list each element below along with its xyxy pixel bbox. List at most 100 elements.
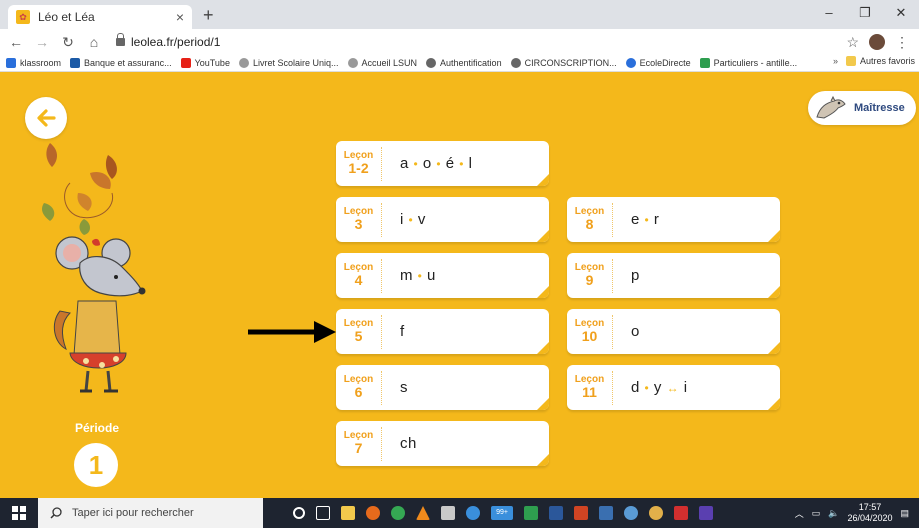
folder-icon [845, 56, 856, 66]
url-field[interactable]: leolea.fr/period/1 [116, 33, 221, 49]
lesson-card[interactable]: Leçon 4 m • u [336, 253, 549, 298]
mouse-character-illustration [42, 143, 146, 393]
bookmark-star-icon[interactable]: ☆ [846, 34, 859, 51]
bookmark-item[interactable]: EcoleDirecte [625, 58, 691, 68]
bookmark-icon [70, 58, 81, 68]
lesson-number: 8 [585, 216, 594, 233]
firefox-icon[interactable] [366, 506, 380, 520]
url-text: leolea.fr/period/1 [131, 35, 221, 49]
lesson-card[interactable]: Leçon 3 i • v [336, 197, 549, 242]
bookmark-item[interactable]: Particuliers - antille... [699, 58, 797, 68]
word-icon[interactable] [549, 506, 563, 520]
lesson-number: 7 [354, 440, 363, 457]
close-window-icon[interactable]: ✕ [883, 0, 919, 29]
clock-time: 17:57 [858, 502, 882, 513]
lesson-letters: ch [400, 435, 417, 452]
volume-icon[interactable]: 🔈 [828, 508, 839, 519]
lesson-card[interactable]: Leçon 5 f [336, 309, 549, 354]
app-icon[interactable] [466, 506, 480, 520]
bookmark-item[interactable]: Banque et assuranc... [70, 58, 172, 68]
bookmark-item[interactable]: Authentification [426, 58, 502, 68]
lesson-letters: p [631, 267, 640, 284]
lesson-number: 3 [354, 216, 363, 233]
search-icon [50, 507, 62, 519]
tab-close-icon[interactable]: × [176, 9, 184, 25]
tab-title: Léo et Léa [38, 10, 95, 24]
app-icon[interactable] [599, 506, 613, 520]
browser-tab-bar: ✿ Léo et Léa × + – ❐ ✕ [0, 0, 919, 29]
search-placeholder: Taper ici pour rechercher [72, 507, 194, 519]
task-view-icon[interactable] [316, 506, 330, 520]
lesson-card[interactable]: Leçon 8 e • r [567, 197, 780, 242]
tray-chevron-icon[interactable]: ︿ [795, 507, 804, 520]
bookmark-item[interactable]: Accueil LSUN [347, 58, 417, 68]
app-icon[interactable] [624, 506, 638, 520]
lesson-card[interactable]: Leçon 9 p [567, 253, 780, 298]
bookmarks-overflow-button[interactable]: » [833, 56, 838, 66]
lesson-label: Leçon 1-2 [336, 146, 382, 181]
network-icon[interactable]: ▭ [812, 508, 821, 519]
youtube-icon [180, 58, 191, 68]
home-icon[interactable]: ⌂ [84, 34, 104, 50]
notifications-icon[interactable]: ▤ [900, 508, 909, 519]
app-icon[interactable] [524, 506, 538, 520]
back-nav-icon[interactable]: ← [6, 34, 26, 50]
lesson-number: 9 [585, 272, 594, 289]
clock[interactable]: 17:57 26/04/2020 [847, 502, 892, 524]
system-tray: ︿ ▭ 🔈 17:57 26/04/2020 ▤ [795, 502, 909, 524]
teacher-horse-icon [816, 95, 846, 119]
bookmark-icon [699, 58, 710, 68]
mail-badge-icon[interactable]: 99+ [491, 506, 513, 520]
app-icon[interactable] [441, 506, 455, 520]
lesson-card[interactable]: Leçon 1-2 a • o • é • l [336, 141, 549, 186]
powerpoint-icon[interactable] [574, 506, 588, 520]
app-icon[interactable] [699, 506, 713, 520]
lesson-label: Leçon 6 [336, 370, 382, 405]
lesson-label: Leçon 7 [336, 426, 382, 461]
window-controls: – ❐ ✕ [811, 0, 919, 29]
bookmark-item[interactable]: YouTube [180, 58, 230, 68]
start-button[interactable] [0, 498, 38, 528]
lesson-number: 11 [582, 384, 597, 401]
chrome-icon[interactable] [391, 506, 405, 520]
app-icon[interactable] [649, 506, 663, 520]
reload-icon[interactable]: ↻ [58, 34, 78, 51]
vlc-icon[interactable] [416, 506, 430, 520]
lesson-label: Leçon 3 [336, 202, 382, 237]
lesson-card[interactable]: Leçon 7 ch [336, 421, 549, 466]
forward-nav-icon[interactable]: → [32, 34, 52, 50]
lesson-label: Leçon 4 [336, 258, 382, 293]
globe-icon [426, 58, 437, 68]
other-bookmarks-folder[interactable]: Autres favoris [845, 56, 915, 66]
bookmark-item[interactable]: Livret Scolaire Uniq... [238, 58, 339, 68]
lesson-card[interactable]: Leçon 6 s [336, 365, 549, 410]
new-tab-button[interactable]: + [203, 5, 214, 26]
restore-icon[interactable]: ❐ [847, 0, 883, 29]
lesson-card[interactable]: Leçon 10 o [567, 309, 780, 354]
taskbar-search-input[interactable]: Taper ici pour rechercher [38, 498, 263, 528]
bookmark-icon [238, 58, 249, 68]
period-number-badge: 1 [74, 443, 118, 487]
lesson-number: 5 [354, 328, 363, 345]
lesson-number: 1-2 [348, 160, 369, 177]
minimize-icon[interactable]: – [811, 0, 847, 29]
menu-kebab-icon[interactable]: ⋮ [895, 34, 909, 51]
teacher-button[interactable]: Maîtresse [808, 91, 916, 125]
bookmark-icon [347, 58, 358, 68]
clock-date: 26/04/2020 [847, 513, 893, 523]
cortana-icon[interactable] [293, 507, 305, 519]
lesson-letters: d • y ↔ i [631, 379, 688, 396]
profile-avatar[interactable] [869, 34, 885, 50]
period-label: Période [74, 421, 119, 435]
lesson-letters: m • u [400, 267, 436, 284]
browser-tab[interactable]: ✿ Léo et Léa × [8, 5, 192, 29]
file-explorer-icon[interactable] [341, 506, 355, 520]
bookmark-item[interactable]: klassroom [6, 58, 61, 68]
lesson-number: 10 [581, 328, 598, 345]
pointer-arrow-icon [248, 321, 336, 343]
acrobat-icon[interactable] [674, 506, 688, 520]
bookmark-item[interactable]: CIRCONSCRIPTION... [510, 58, 617, 68]
lesson-letters: o [631, 323, 640, 340]
lesson-card[interactable]: Leçon 11 d • y ↔ i [567, 365, 780, 410]
windows-taskbar: Taper ici pour rechercher 99+ ︿ ▭ 🔈 17:5… [0, 498, 919, 528]
